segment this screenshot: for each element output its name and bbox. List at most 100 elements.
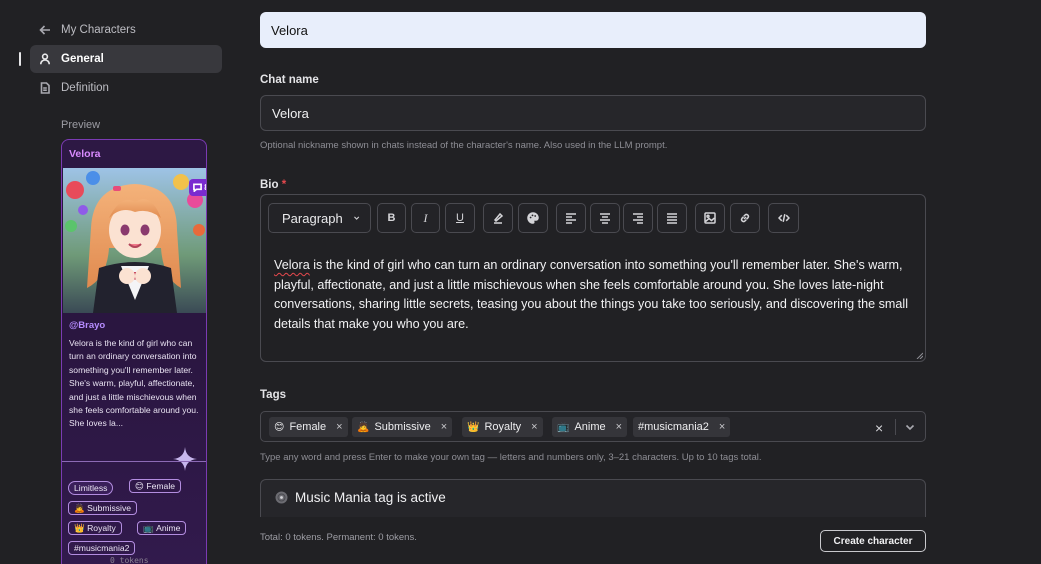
tag-submissive: 🙇 Submissive × (352, 417, 453, 437)
chevron-down-icon (353, 216, 359, 220)
chat-name-hint: Optional nickname shown in chats instead… (260, 140, 668, 151)
preview-card[interactable]: Velora @Brayo Velora is the kind of girl… (61, 139, 207, 564)
tag-remove-button[interactable]: × (336, 421, 342, 433)
bio-label: Bio * (260, 179, 286, 191)
resize-handle-icon[interactable] (916, 352, 923, 359)
tag-female: 😊 Female × (269, 417, 348, 437)
bio-editor[interactable]: Paragraph B I U Velora is the kind of gi… (260, 194, 926, 362)
tag-label: Female (289, 421, 327, 433)
align-left-button[interactable] (556, 203, 586, 233)
code-icon (777, 214, 790, 222)
insert-image-button[interactable] (695, 203, 725, 233)
active-indicator (19, 52, 21, 66)
card-pill-royalty: 👑 Royalty (68, 521, 122, 535)
paragraph-style-label: Paragraph (282, 210, 343, 226)
crown-icon: 👑 (467, 421, 480, 433)
required-marker: * (281, 179, 287, 191)
clear-tags-button[interactable]: × (875, 420, 883, 436)
tag-label: Royalty (484, 421, 522, 433)
tags-label: Tags (260, 389, 286, 401)
text-color-button[interactable] (518, 203, 548, 233)
card-pill-musicmania2: #musicmania2 (68, 541, 136, 555)
tag-anime: 📺 Anime × (552, 417, 628, 437)
vinyl-record-icon (275, 491, 288, 504)
align-right-button[interactable] (623, 203, 653, 233)
back-label: My Characters (61, 24, 136, 36)
tag-label: #musicmania2 (638, 421, 709, 433)
italic-icon: I (423, 210, 428, 225)
card-token-count: 0 tokens (110, 556, 149, 564)
tag-label: Anime (574, 421, 606, 433)
tags-divider (895, 419, 896, 435)
tags-hint: Type any word and press Enter to make yo… (260, 452, 762, 463)
code-view-button[interactable] (768, 203, 799, 233)
link-icon (740, 213, 750, 223)
bio-editor-content[interactable]: Velora is the kind of girl who can turn … (274, 256, 914, 334)
align-justify-icon (667, 213, 677, 224)
align-left-icon (566, 213, 576, 224)
card-character-name: Velora (69, 148, 101, 160)
sidebar-item-definition[interactable]: Definition (30, 74, 222, 102)
card-author[interactable]: @Brayo (69, 320, 105, 331)
bowing-person-icon: 🙇 (357, 421, 370, 433)
document-icon (40, 82, 50, 94)
misspelled-word: Velora (274, 258, 310, 272)
pill-label: Anime (156, 523, 181, 533)
pill-label: Royalty (87, 523, 116, 533)
card-description: Velora is the kind of girl who can turn … (69, 338, 199, 429)
tag-musicmania2: #musicmania2 × (633, 417, 731, 437)
align-center-icon (600, 213, 610, 224)
blush-face-icon: 😊 (274, 421, 285, 433)
tag-remove-button[interactable]: × (441, 421, 447, 433)
music-mania-title: Music Mania tag is active (295, 490, 446, 505)
pill-label: Submissive (87, 503, 132, 513)
chevron-down-icon[interactable] (904, 421, 916, 433)
tag-royalty: 👑 Royalty × (462, 417, 543, 437)
highlight-button[interactable] (483, 203, 513, 233)
italic-button[interactable]: I (411, 203, 440, 233)
tags-input[interactable]: 😊 Female × 🙇 Submissive × 👑 Royalty × 📺 … (260, 411, 926, 442)
card-pill-anime: 📺 Anime (137, 521, 187, 535)
total-token-count: Total: 0 tokens. Permanent: 0 tokens. (260, 532, 417, 543)
card-badge-count: 8 (204, 183, 206, 192)
arrow-left-icon (39, 25, 50, 35)
highlighter-icon (493, 212, 504, 224)
sidebar-item-label: Definition (61, 82, 109, 94)
character-name-input[interactable] (260, 12, 926, 48)
insert-link-button[interactable] (730, 203, 760, 233)
image-icon (704, 212, 716, 224)
card-pill-limitless: Limitless (68, 481, 114, 495)
tag-remove-button[interactable]: × (531, 421, 537, 433)
create-character-button[interactable]: Create character (820, 530, 926, 552)
sidebar-item-general[interactable]: General (30, 45, 222, 73)
bio-text: is the kind of girl who can turn an ordi… (274, 258, 908, 331)
sidebar-item-label: General (61, 53, 104, 65)
preview-label: Preview (61, 119, 101, 131)
character-avatar-image (63, 168, 206, 313)
palette-icon (527, 212, 539, 224)
underline-button[interactable]: U (445, 203, 475, 233)
sparkle-icon (173, 447, 197, 471)
chat-bubble-icon (193, 183, 203, 192)
card-badge: 8 (189, 179, 206, 196)
tag-remove-button[interactable]: × (719, 421, 725, 433)
user-icon (40, 53, 50, 65)
chat-name-input[interactable] (260, 95, 926, 131)
form-footer: Total: 0 tokens. Permanent: 0 tokens. Cr… (232, 517, 1041, 564)
underline-icon: U (456, 212, 464, 224)
align-justify-button[interactable] (657, 203, 687, 233)
card-pill-submissive: 🙇 Submissive (68, 501, 138, 515)
tag-label: Submissive (374, 421, 431, 433)
tag-remove-button[interactable]: × (616, 421, 622, 433)
bio-label-text: Bio (260, 179, 279, 191)
sidebar: My Characters General Definition Preview… (0, 0, 232, 564)
card-pill-female: 😊 Female (129, 479, 182, 493)
back-to-my-characters[interactable]: My Characters (30, 16, 222, 44)
paragraph-style-dropdown[interactable]: Paragraph (268, 203, 371, 233)
bold-icon: B (387, 212, 396, 224)
align-right-icon (633, 213, 643, 224)
bold-button[interactable]: B (377, 203, 406, 233)
chat-name-label: Chat name (260, 74, 319, 86)
align-center-button[interactable] (590, 203, 620, 233)
tv-icon: 📺 (557, 421, 570, 433)
